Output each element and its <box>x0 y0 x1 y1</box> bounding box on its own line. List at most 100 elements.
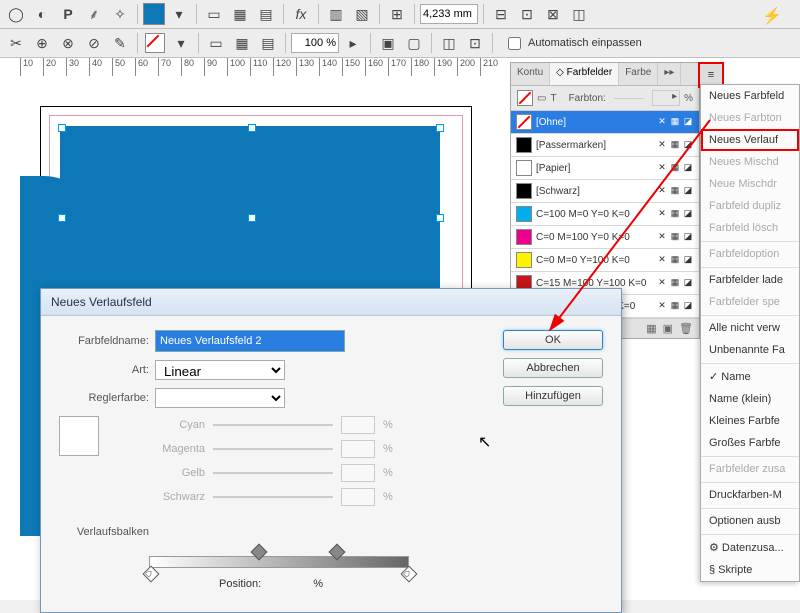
tool-icon[interactable]: ✂ <box>4 31 28 55</box>
swatch-type-icons: ✕▦◪ <box>656 231 694 243</box>
yellow-value[interactable] <box>341 464 375 482</box>
trash-icon[interactable]: 🗑 <box>679 322 693 335</box>
swatch-row[interactable]: C=0 M=100 Y=0 K=0✕▦◪ <box>511 226 699 249</box>
tool-icon[interactable]: ⊕ <box>30 31 54 55</box>
menu-item: Farbfeld dupliz <box>701 195 799 217</box>
menu-item[interactable]: ✓ Name <box>701 363 799 388</box>
tool-icon[interactable]: ▭ <box>202 2 226 26</box>
fill-swatch[interactable] <box>143 3 165 25</box>
tool-icon[interactable]: ▢ <box>402 31 426 55</box>
swatch-row[interactable]: [Ohne]✕▦◪ <box>511 111 699 134</box>
swatch-name: [Ohne] <box>536 117 652 128</box>
fill-proxy-icon[interactable] <box>517 90 533 106</box>
tool-icon[interactable]: ⊗ <box>56 31 80 55</box>
magenta-value[interactable] <box>341 440 375 458</box>
gradient-type-select[interactable]: Linear <box>155 360 285 380</box>
tool-icon[interactable]: ▥ <box>324 2 348 26</box>
tool-icon[interactable]: ◫ <box>437 31 461 55</box>
swatch-color-icon <box>516 137 532 153</box>
yellow-label: Gelb <box>155 467 205 479</box>
fx-icon[interactable]: fx <box>289 2 313 26</box>
black-value[interactable] <box>341 488 375 506</box>
tool-icon[interactable]: ▭ <box>204 31 228 55</box>
tool-icon[interactable]: ◐ <box>30 2 54 26</box>
tool-icon[interactable]: ✎ <box>108 31 132 55</box>
swatch-row[interactable]: [Papier]✕▦◪ <box>511 157 699 180</box>
swatch-row[interactable]: C=100 M=0 Y=0 K=0 ✕▦◪ <box>511 203 699 226</box>
gradbar-label: Verlaufsbalken <box>59 526 149 538</box>
menu-item[interactable]: Kleines Farbfe <box>701 410 799 432</box>
tool-icon[interactable]: ▦ <box>228 2 252 26</box>
tab-farbe[interactable]: Farbe <box>619 63 658 85</box>
tool-icon[interactable]: ▧ <box>350 2 374 26</box>
menu-item[interactable]: Großes Farbfe <box>701 432 799 454</box>
chevron-down-icon[interactable]: ▾ <box>167 2 191 26</box>
tab-farbfelder[interactable]: ◇ Farbfelder <box>550 63 619 85</box>
tool-icon[interactable]: ⸙ <box>82 2 106 26</box>
menu-item[interactable]: Neues Farbfeld <box>701 85 799 107</box>
opacity-input[interactable] <box>291 33 339 53</box>
menu-item[interactable]: Alle nicht verw <box>701 315 799 339</box>
new-swatch-icon[interactable]: ▣ <box>663 322 673 335</box>
tool-icon[interactable]: ⊟ <box>489 2 513 26</box>
add-button[interactable]: Hinzufügen <box>503 386 603 406</box>
bolt-icon[interactable]: ⚡ <box>762 6 782 26</box>
tool-icon[interactable]: ◯ <box>4 2 28 26</box>
menu-item[interactable]: § Skripte <box>701 559 799 581</box>
tint-value[interactable]: ▸ <box>652 90 680 106</box>
tool-icon[interactable]: ⊘ <box>82 31 106 55</box>
cyan-value[interactable] <box>341 416 375 434</box>
swatch-type-icons: ✕▦◪ <box>656 208 694 220</box>
tool-icon[interactable]: ✧ <box>108 2 132 26</box>
swatch-row[interactable]: [Passermarken]✕▦◪ <box>511 134 699 157</box>
tool-icon[interactable]: ⊠ <box>541 2 565 26</box>
menu-item[interactable]: Name (klein) <box>701 388 799 410</box>
menu-item[interactable]: Druckfarben-M <box>701 482 799 506</box>
swatch-row[interactable]: [Schwarz]✕▦◪ <box>511 180 699 203</box>
none-icon[interactable] <box>143 31 167 55</box>
size-input[interactable] <box>420 4 478 24</box>
swatch-name-input[interactable] <box>155 330 345 352</box>
swatch-color-icon <box>516 206 532 222</box>
menu-item[interactable]: Unbenannte Fa <box>701 339 799 361</box>
chevron-down-icon[interactable]: ▾ <box>169 31 193 55</box>
show-options-icon[interactable]: ▦ <box>646 322 656 335</box>
magenta-slider[interactable] <box>213 448 333 450</box>
panel-collapse-icon[interactable]: ▸▸ <box>658 63 681 85</box>
tool-icon[interactable]: ◫ <box>567 2 591 26</box>
tool-icon[interactable]: ⊡ <box>515 2 539 26</box>
cyan-slider[interactable] <box>213 424 333 426</box>
menu-item[interactable]: Optionen ausb <box>701 508 799 532</box>
menu-item[interactable]: Neues Verlauf <box>701 129 799 151</box>
tool-icon[interactable]: ▦ <box>230 31 254 55</box>
tab-kontur[interactable]: Kontu <box>511 63 550 85</box>
swatch-name: C=0 M=0 Y=100 K=0 <box>536 255 652 266</box>
yellow-slider[interactable] <box>213 472 333 474</box>
container-icon[interactable]: ▭ <box>537 93 546 104</box>
tool-icon[interactable]: ▣ <box>376 31 400 55</box>
gradient-ramp[interactable]: ⌂⌂ <box>149 556 409 568</box>
toolbar-row-2: ✂ ⊕ ⊗ ⊘ ✎ ▾ ▭ ▦ ▤ ▸ ▣ ▢ ◫ ⊡ Automatisch … <box>0 29 800 58</box>
cancel-button[interactable]: Abbrechen <box>503 358 603 378</box>
menu-item[interactable]: ⚙ Datenzusa... <box>701 534 799 559</box>
swatch-row[interactable]: C=0 M=0 Y=100 K=0 ✕▦◪ <box>511 249 699 272</box>
black-slider[interactable] <box>213 496 333 498</box>
swatch-name: [Schwarz] <box>536 186 652 197</box>
ok-button[interactable]: OK <box>503 330 603 350</box>
tool-icon[interactable]: ▤ <box>256 31 280 55</box>
stop-color-select[interactable] <box>155 388 285 408</box>
tool-icon[interactable]: ▤ <box>254 2 278 26</box>
dialog-title: Neues Verlaufsfeld <box>41 289 621 316</box>
autofit-checkbox[interactable]: Automatisch einpassen <box>504 34 642 53</box>
swatch-name: C=15 M=100 Y=100 K=0 <box>536 278 652 289</box>
tool-icon[interactable]: ⊞ <box>385 2 409 26</box>
chevron-right-icon[interactable]: ▸ <box>341 31 365 55</box>
swatch-name: C=100 M=0 Y=0 K=0 <box>536 209 652 220</box>
text-icon[interactable]: T <box>550 93 556 104</box>
tool-icon[interactable]: ⊡ <box>463 31 487 55</box>
paragraph-icon[interactable]: P <box>56 2 80 26</box>
swatch-name: [Passermarken] <box>536 140 652 151</box>
menu-item[interactable]: Farbfelder lade <box>701 267 799 291</box>
swatch-color-icon <box>516 183 532 199</box>
swatch-type-icons: ✕▦◪ <box>656 254 694 266</box>
